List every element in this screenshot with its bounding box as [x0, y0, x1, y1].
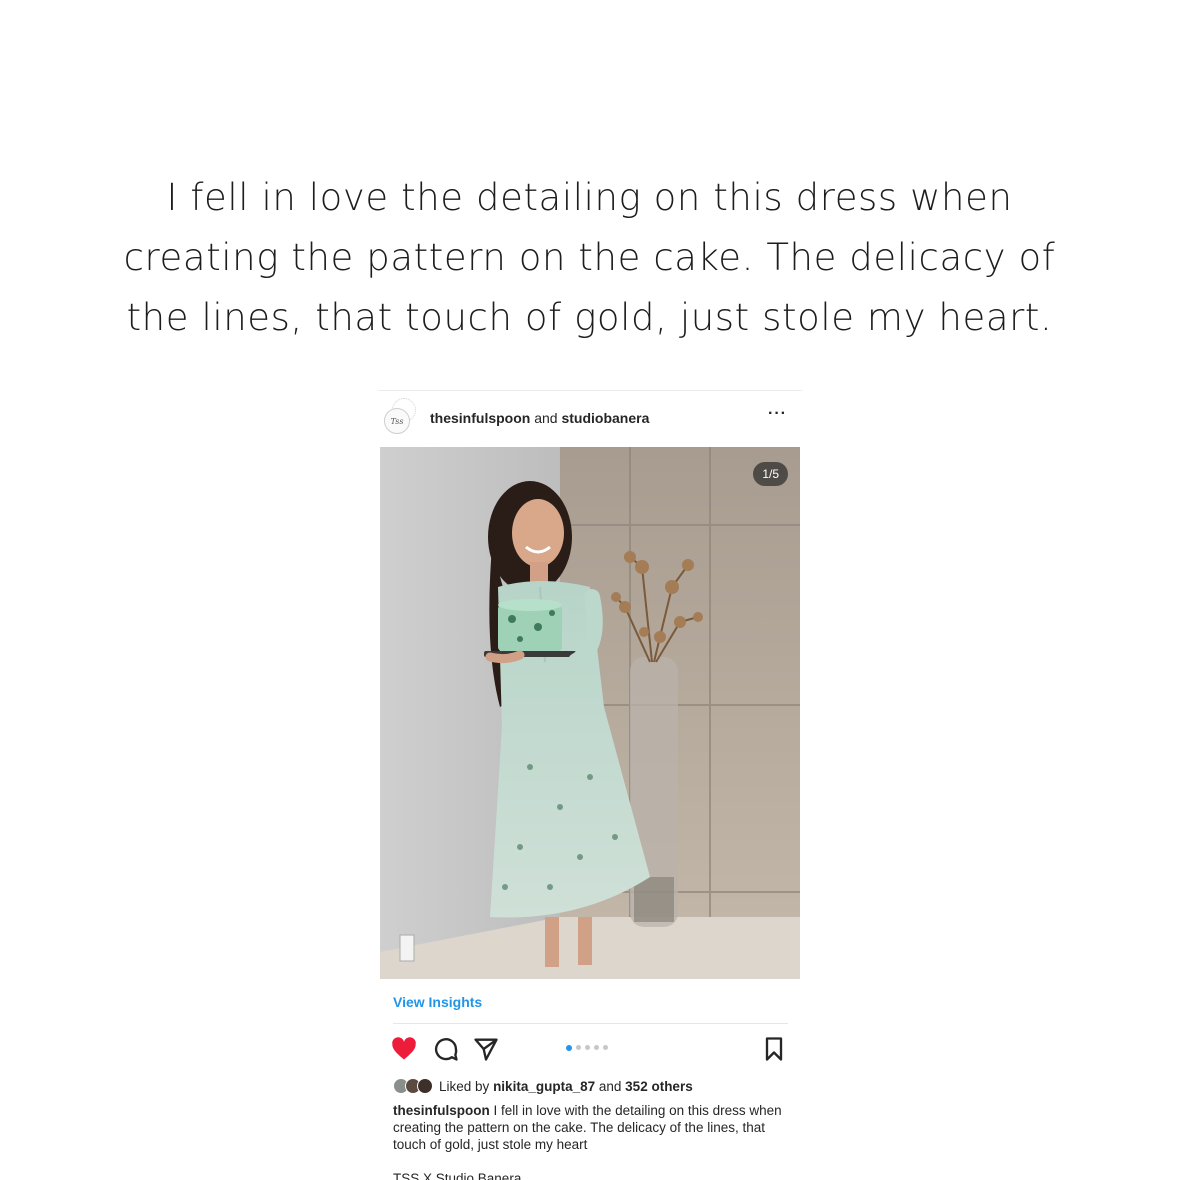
instagram-post-card: Tss thesinfulspoon and studiobanera ··· [378, 390, 802, 1180]
username-primary[interactable]: thesinfulspoon [430, 410, 530, 426]
likes-user[interactable]: nikita_gupta_87 [493, 1079, 595, 1094]
heart-filled-icon[interactable] [390, 1035, 418, 1063]
post-actions [378, 1031, 802, 1067]
comment-icon[interactable] [432, 1035, 460, 1063]
carousel-dot [576, 1045, 581, 1050]
carousel-dot [594, 1045, 599, 1050]
username-secondary[interactable]: studiobanera [561, 410, 649, 426]
post-photo[interactable]: 1/5 [380, 447, 800, 979]
carousel-dot [603, 1045, 608, 1050]
divider [393, 1023, 788, 1024]
avatar-text: Tss [390, 416, 404, 426]
likes-row[interactable]: Liked by nikita_gupta_87 and 352 others [393, 1077, 693, 1095]
likes-others[interactable]: 352 others [625, 1079, 693, 1094]
quote-text: I fell in love the detailing on this dre… [123, 176, 1056, 339]
username-joiner: and [534, 410, 558, 426]
carousel-dot [585, 1045, 590, 1050]
carousel-dots [566, 1044, 608, 1051]
likes-text: Liked by nikita_gupta_87 and 352 others [439, 1079, 693, 1094]
send-icon[interactable] [472, 1035, 500, 1063]
view-insights-link[interactable]: View Insights [393, 994, 482, 1010]
post-caption: thesinfulspoon I fell in love with the d… [393, 1102, 788, 1153]
post-photo-illustration [380, 447, 800, 979]
carousel-dot-active [566, 1044, 572, 1051]
post-authors[interactable]: thesinfulspoon and studiobanera [430, 410, 649, 426]
post-header: Tss thesinfulspoon and studiobanera ··· [378, 391, 802, 447]
caption-username[interactable]: thesinfulspoon [393, 1103, 490, 1118]
likes-prefix: Liked by [439, 1078, 490, 1094]
liker-avatars [393, 1078, 433, 1094]
avatar[interactable]: Tss [384, 408, 410, 434]
slide-counter: 1/5 [753, 462, 788, 486]
bookmark-icon[interactable] [760, 1035, 788, 1063]
more-options-icon[interactable]: ··· [768, 405, 787, 423]
likes-joiner: and [598, 1078, 622, 1094]
liker-avatar [417, 1078, 433, 1094]
